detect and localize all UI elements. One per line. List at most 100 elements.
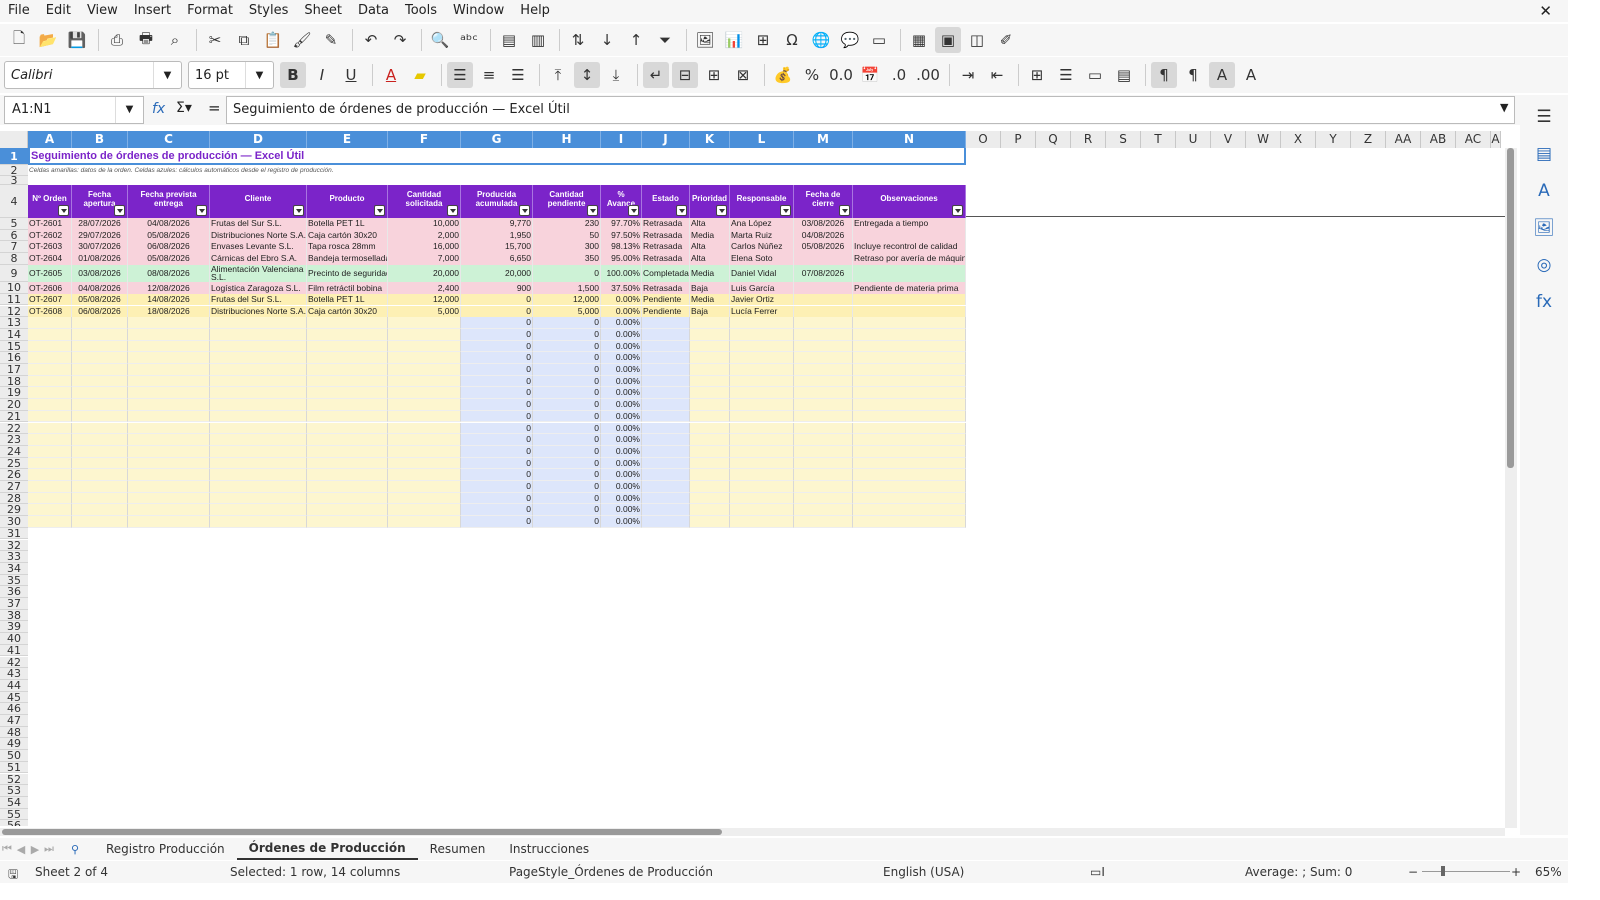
row-header[interactable]: 15 xyxy=(0,340,28,353)
table-cell[interactable]: 18/08/2026 xyxy=(128,305,210,318)
table-cell[interactable] xyxy=(853,293,966,306)
table-cell[interactable]: 0 xyxy=(533,469,601,481)
table-cell[interactable] xyxy=(307,340,388,353)
sum-icon[interactable]: Σ▾ xyxy=(176,100,192,116)
row-header[interactable]: 27 xyxy=(0,481,28,493)
table-cell[interactable]: 6,650 xyxy=(461,253,533,265)
table-cell[interactable] xyxy=(388,434,461,446)
zoom-slider-handle[interactable] xyxy=(1441,866,1445,876)
table-cell[interactable]: Retrasada xyxy=(642,218,690,230)
table-cell[interactable]: Frutas del Sur S.L. xyxy=(210,293,307,306)
table-cell[interactable] xyxy=(642,469,690,481)
column-header[interactable]: Z xyxy=(1351,131,1386,148)
table-cell[interactable]: Media xyxy=(690,229,730,242)
row-header[interactable]: 10 xyxy=(0,281,28,294)
navigator-icon[interactable]: ◎ xyxy=(1529,250,1559,280)
font-color-icon[interactable]: A xyxy=(378,62,404,88)
table-cell[interactable] xyxy=(210,410,307,423)
table-cell[interactable] xyxy=(853,305,966,318)
table-cell[interactable]: 0.00% xyxy=(601,422,642,435)
properties-icon[interactable]: ▤ xyxy=(1529,139,1559,169)
clear-format-icon[interactable]: ✎ xyxy=(318,27,344,53)
column-header[interactable]: G xyxy=(461,131,533,148)
table-cell[interactable] xyxy=(28,457,72,470)
table-cell[interactable] xyxy=(690,375,730,388)
row-header[interactable]: 41 xyxy=(0,644,28,657)
column-title[interactable]: Cantidad pendiente xyxy=(533,185,601,218)
table-cell[interactable] xyxy=(730,340,794,353)
border-style-icon[interactable]: ☰ xyxy=(1053,62,1079,88)
table-cell[interactable] xyxy=(730,364,794,376)
row-header[interactable]: 35 xyxy=(0,574,28,587)
table-cell[interactable] xyxy=(388,340,461,353)
table-cell[interactable]: 100.00% xyxy=(601,264,642,282)
table-cell[interactable] xyxy=(690,328,730,341)
table-cell[interactable]: 0 xyxy=(461,364,533,376)
page-style[interactable]: PageStyle_Órdenes de Producción xyxy=(509,865,713,879)
table-cell[interactable] xyxy=(730,434,794,446)
table-cell[interactable]: 0.00% xyxy=(601,481,642,493)
table-cell[interactable]: Alta xyxy=(690,253,730,265)
row-header[interactable]: 55 xyxy=(0,808,28,821)
table-cell[interactable]: 0 xyxy=(461,434,533,446)
vertical-scrollbar[interactable] xyxy=(1505,148,1517,828)
menu-view[interactable]: View xyxy=(79,0,126,22)
formula-input[interactable]: Seguimiento de órdenes de producción — E… xyxy=(226,96,1515,124)
menu-edit[interactable]: Edit xyxy=(38,0,79,22)
table-cell[interactable] xyxy=(690,469,730,481)
column-title[interactable]: Nº Orden xyxy=(28,185,72,218)
chevron-down-icon[interactable]: ▼ xyxy=(153,62,181,88)
table-cell[interactable]: 04/08/2026 xyxy=(72,281,128,294)
cut-icon[interactable]: ✂ xyxy=(202,27,228,53)
table-cell[interactable]: 37.50% xyxy=(601,281,642,294)
align-middle-icon[interactable]: ↕ xyxy=(574,62,600,88)
underline-icon[interactable]: U xyxy=(338,62,364,88)
print-icon[interactable]: 🖶 xyxy=(133,27,159,53)
table-cell[interactable] xyxy=(72,469,128,481)
table-cell[interactable] xyxy=(853,469,966,481)
formula-icon[interactable]: = xyxy=(208,99,221,117)
table-cell[interactable]: 0 xyxy=(533,264,601,282)
sort-descending-icon[interactable]: ↑ xyxy=(623,27,649,53)
table-cell[interactable]: 0 xyxy=(533,375,601,388)
table-cell[interactable] xyxy=(388,410,461,423)
menu-format[interactable]: Format xyxy=(179,0,241,22)
table-cell[interactable] xyxy=(28,317,72,329)
row-header[interactable]: 44 xyxy=(0,679,28,692)
table-cell[interactable] xyxy=(794,422,853,435)
table-cell[interactable] xyxy=(690,317,730,329)
table-cell[interactable] xyxy=(642,317,690,329)
table-cell[interactable] xyxy=(388,504,461,517)
table-cell[interactable]: 0.00% xyxy=(601,364,642,376)
table-cell[interactable] xyxy=(307,516,388,528)
find-replace-icon[interactable]: 🔍 xyxy=(427,27,453,53)
row-header[interactable]: 13 xyxy=(0,317,28,329)
italic-icon[interactable]: I xyxy=(309,62,335,88)
table-cell[interactable] xyxy=(853,375,966,388)
table-cell[interactable] xyxy=(128,340,210,353)
table-cell[interactable] xyxy=(794,340,853,353)
table-cell[interactable] xyxy=(730,492,794,505)
column-header[interactable]: X xyxy=(1281,131,1316,148)
percent-icon[interactable]: % xyxy=(799,62,825,88)
table-cell[interactable] xyxy=(72,481,128,493)
table-cell[interactable]: 03/08/2026 xyxy=(72,264,128,282)
row-header[interactable]: 4 xyxy=(0,185,28,218)
table-cell[interactable] xyxy=(794,352,853,364)
expand-formula-icon[interactable]: ▼ xyxy=(1500,101,1508,114)
row-header[interactable]: 19 xyxy=(0,387,28,400)
table-cell[interactable] xyxy=(794,293,853,306)
row-header[interactable]: 30 xyxy=(0,516,28,528)
column-title[interactable]: Prioridad xyxy=(690,185,730,218)
table-cell[interactable] xyxy=(72,434,128,446)
align-center-icon[interactable]: ≡ xyxy=(476,62,502,88)
table-cell[interactable]: 16,000 xyxy=(388,241,461,254)
table-cell[interactable] xyxy=(128,317,210,329)
table-cell[interactable] xyxy=(690,422,730,435)
table-cell[interactable]: Elena Soto xyxy=(730,253,794,265)
table-cell[interactable] xyxy=(128,516,210,528)
table-cell[interactable]: 0 xyxy=(461,516,533,528)
align-right-icon[interactable]: ☰ xyxy=(505,62,531,88)
sheet-title[interactable]: Seguimiento de órdenes de producción — E… xyxy=(28,148,966,165)
row-header[interactable]: 46 xyxy=(0,703,28,715)
